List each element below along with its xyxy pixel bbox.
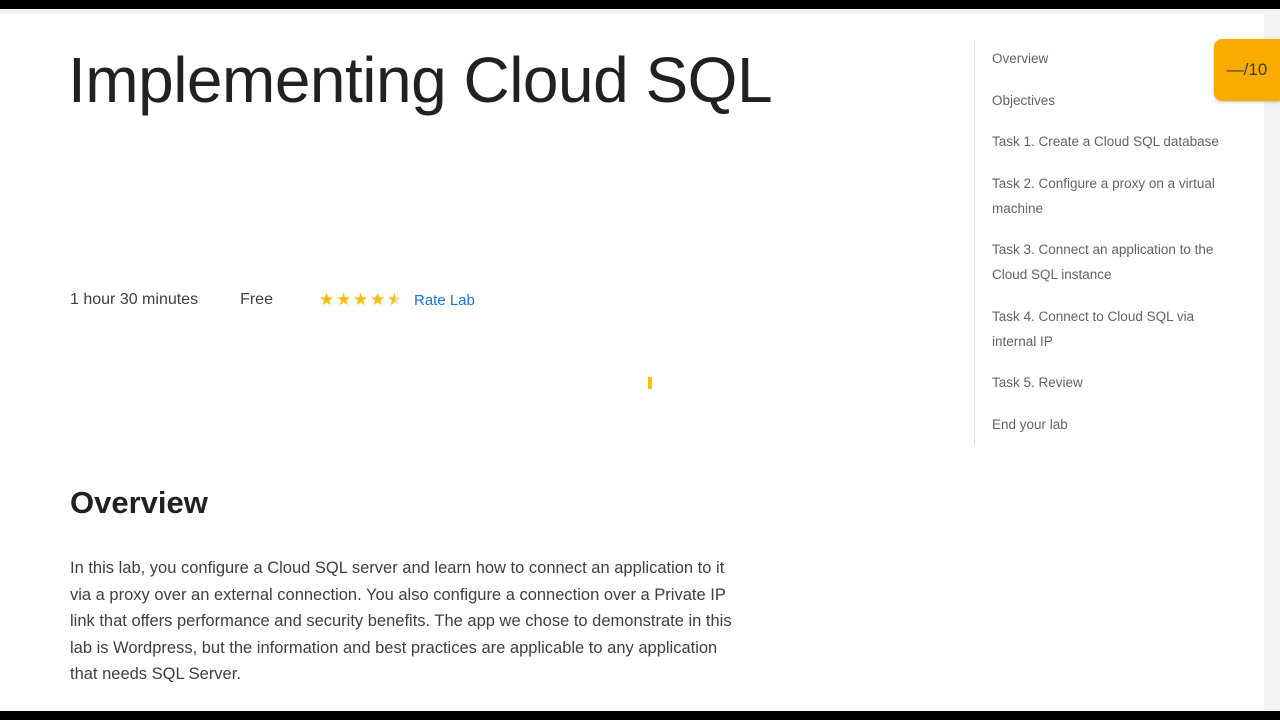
star-icon: ★ ★ xyxy=(335,290,352,310)
top-frame-bar xyxy=(0,0,1280,9)
star-icon: ★ ★ xyxy=(369,290,386,310)
star-icon: ★ ★ xyxy=(352,290,369,310)
lab-meta: 1 hour 30 minutes Free ★ ★ ★ ★ ★ ★ ★ ★ ★ ★ Ra… xyxy=(70,287,475,313)
score-badge[interactable]: —/10 xyxy=(1214,39,1280,101)
toc-item-task-3[interactable]: Task 3. Connect an application to the Cl… xyxy=(992,237,1237,287)
bottom-frame-bar xyxy=(0,711,1280,720)
toc-item-task-2[interactable]: Task 2. Configure a proxy on a virtual m… xyxy=(992,171,1237,221)
loading-indicator xyxy=(648,377,652,389)
overview-heading: Overview xyxy=(70,485,208,520)
scrollbar-track[interactable] xyxy=(1264,9,1280,711)
toc-item-end-lab[interactable]: End your lab xyxy=(992,412,1237,437)
lab-title: Implementing Cloud SQL xyxy=(68,44,773,116)
half-star-icon: ★ ★ xyxy=(386,290,403,310)
rate-lab-link[interactable]: Rate Lab xyxy=(414,292,475,309)
toc-item-task-5[interactable]: Task 5. Review xyxy=(992,370,1237,395)
lab-duration: 1 hour 30 minutes xyxy=(70,291,199,308)
table-of-contents: Overview Objectives Task 1. Create a Clo… xyxy=(974,40,1245,445)
rating-stars: ★ ★ ★ ★ ★ ★ ★ ★ ★ ★ xyxy=(318,290,404,310)
toc-item-task-1[interactable]: Task 1. Create a Cloud SQL database xyxy=(992,129,1237,154)
toc-item-task-4[interactable]: Task 4. Connect to Cloud SQL via interna… xyxy=(992,304,1237,354)
overview-text: In this lab, you configure a Cloud SQL s… xyxy=(70,559,732,683)
toc-item-objectives[interactable]: Objectives xyxy=(992,88,1237,113)
top-border xyxy=(0,9,1280,14)
toc-item-overview[interactable]: Overview xyxy=(992,46,1237,71)
lab-cost: Free xyxy=(240,291,273,308)
star-icon: ★ ★ xyxy=(318,290,335,310)
